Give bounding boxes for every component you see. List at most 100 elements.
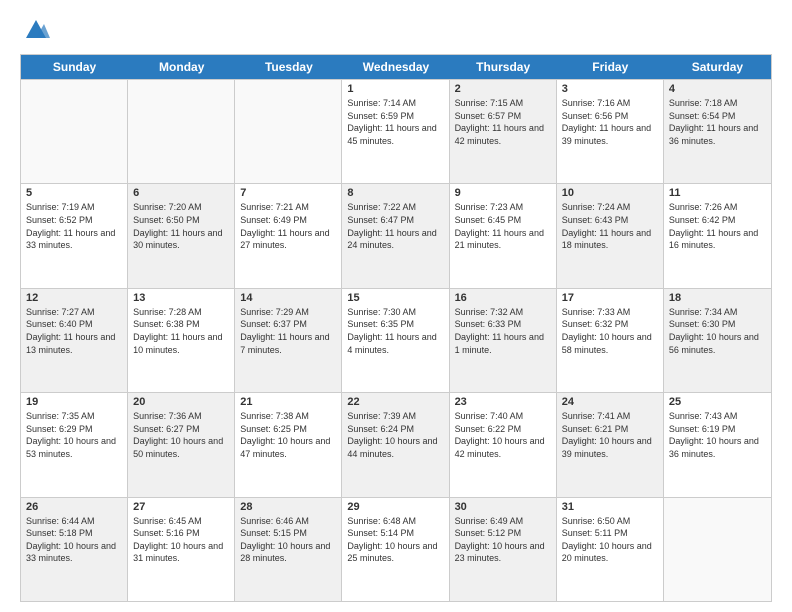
cal-cell-0-2 <box>235 80 342 183</box>
cal-cell-4-5: 31 Sunrise: 6:50 AM Sunset: 5:11 PM Dayli… <box>557 498 664 601</box>
calendar-row-2: 12 Sunrise: 7:27 AM Sunset: 6:40 PM Dayli… <box>21 288 771 392</box>
cell-info: Sunrise: 7:19 AM Sunset: 6:52 PM Dayligh… <box>26 201 122 251</box>
cal-cell-4-4: 30 Sunrise: 6:49 AM Sunset: 5:12 PM Dayli… <box>450 498 557 601</box>
cal-cell-1-3: 8 Sunrise: 7:22 AM Sunset: 6:47 PM Daylig… <box>342 184 449 287</box>
day-number: 8 <box>347 187 443 199</box>
cell-info: Sunrise: 7:32 AM Sunset: 6:33 PM Dayligh… <box>455 306 551 356</box>
day-number: 12 <box>26 292 122 304</box>
weekday-header-wednesday: Wednesday <box>342 55 449 79</box>
cal-cell-2-3: 15Sunrise: 7:30 AM Sunset: 6:35 PM Dayli… <box>342 289 449 392</box>
cell-info: Sunrise: 7:29 AM Sunset: 6:37 PM Dayligh… <box>240 306 336 356</box>
day-number: 25 <box>669 396 766 408</box>
weekday-header-tuesday: Tuesday <box>235 55 342 79</box>
day-number: 26 <box>26 501 122 513</box>
cal-cell-3-6: 25 Sunrise: 7:43 AM Sunset: 6:19 PM Dayli… <box>664 393 771 496</box>
day-number: 28 <box>240 501 336 513</box>
header <box>20 16 772 44</box>
cal-cell-4-1: 27Sunrise: 6:45 AM Sunset: 5:16 PM Dayli… <box>128 498 235 601</box>
cell-info: Sunrise: 7:34 AM Sunset: 6:30 PM Dayligh… <box>669 306 766 356</box>
cell-info: Sunrise: 7:28 AM Sunset: 6:38 PM Dayligh… <box>133 306 229 356</box>
cal-cell-3-1: 20 Sunrise: 7:36 AM Sunset: 6:27 PM Dayli… <box>128 393 235 496</box>
cal-cell-2-5: 17 Sunrise: 7:33 AM Sunset: 6:32 PM Dayli… <box>557 289 664 392</box>
day-number: 15 <box>347 292 443 304</box>
cell-info: Sunrise: 7:22 AM Sunset: 6:47 PM Dayligh… <box>347 201 443 251</box>
cal-cell-1-6: 11Sunrise: 7:26 AM Sunset: 6:42 PM Dayli… <box>664 184 771 287</box>
cal-cell-0-5: 3Sunrise: 7:16 AM Sunset: 6:56 PM Daylig… <box>557 80 664 183</box>
cell-info: Sunrise: 6:50 AM Sunset: 5:11 PM Dayligh… <box>562 515 658 565</box>
day-number: 14 <box>240 292 336 304</box>
logo-icon <box>22 16 50 44</box>
cal-cell-3-0: 19 Sunrise: 7:35 AM Sunset: 6:29 PM Dayli… <box>21 393 128 496</box>
calendar-row-3: 19 Sunrise: 7:35 AM Sunset: 6:29 PM Dayli… <box>21 392 771 496</box>
cell-info: Sunrise: 6:49 AM Sunset: 5:12 PM Dayligh… <box>455 515 551 565</box>
logo <box>20 16 50 44</box>
weekday-header-saturday: Saturday <box>664 55 771 79</box>
weekday-header-monday: Monday <box>128 55 235 79</box>
weekday-header-thursday: Thursday <box>450 55 557 79</box>
cal-cell-0-1 <box>128 80 235 183</box>
cal-cell-1-4: 9 Sunrise: 7:23 AM Sunset: 6:45 PM Daylig… <box>450 184 557 287</box>
calendar-header: SundayMondayTuesdayWednesdayThursdayFrid… <box>21 55 771 79</box>
calendar-body: 1 Sunrise: 7:14 AM Sunset: 6:59 PM Daylig… <box>21 79 771 601</box>
cal-cell-4-6 <box>664 498 771 601</box>
cell-info: Sunrise: 7:36 AM Sunset: 6:27 PM Dayligh… <box>133 410 229 460</box>
cal-cell-2-0: 12 Sunrise: 7:27 AM Sunset: 6:40 PM Dayli… <box>21 289 128 392</box>
page: SundayMondayTuesdayWednesdayThursdayFrid… <box>0 0 792 612</box>
day-number: 30 <box>455 501 551 513</box>
cell-info: Sunrise: 7:21 AM Sunset: 6:49 PM Dayligh… <box>240 201 336 251</box>
cal-cell-2-6: 18Sunrise: 7:34 AM Sunset: 6:30 PM Dayli… <box>664 289 771 392</box>
cell-info: Sunrise: 7:16 AM Sunset: 6:56 PM Dayligh… <box>562 97 658 147</box>
day-number: 5 <box>26 187 122 199</box>
day-number: 19 <box>26 396 122 408</box>
cal-cell-1-2: 7Sunrise: 7:21 AM Sunset: 6:49 PM Daylig… <box>235 184 342 287</box>
day-number: 24 <box>562 396 658 408</box>
day-number: 23 <box>455 396 551 408</box>
cell-info: Sunrise: 6:44 AM Sunset: 5:18 PM Dayligh… <box>26 515 122 565</box>
cell-info: Sunrise: 7:39 AM Sunset: 6:24 PM Dayligh… <box>347 410 443 460</box>
cal-cell-1-1: 6 Sunrise: 7:20 AM Sunset: 6:50 PM Daylig… <box>128 184 235 287</box>
cal-cell-0-4: 2Sunrise: 7:15 AM Sunset: 6:57 PM Daylig… <box>450 80 557 183</box>
day-number: 21 <box>240 396 336 408</box>
day-number: 6 <box>133 187 229 199</box>
cal-cell-2-4: 16Sunrise: 7:32 AM Sunset: 6:33 PM Dayli… <box>450 289 557 392</box>
day-number: 22 <box>347 396 443 408</box>
cell-info: Sunrise: 7:26 AM Sunset: 6:42 PM Dayligh… <box>669 201 766 251</box>
day-number: 20 <box>133 396 229 408</box>
cal-cell-3-4: 23 Sunrise: 7:40 AM Sunset: 6:22 PM Dayli… <box>450 393 557 496</box>
cal-cell-1-5: 10Sunrise: 7:24 AM Sunset: 6:43 PM Dayli… <box>557 184 664 287</box>
day-number: 13 <box>133 292 229 304</box>
cell-info: Sunrise: 7:40 AM Sunset: 6:22 PM Dayligh… <box>455 410 551 460</box>
cal-cell-4-2: 28 Sunrise: 6:46 AM Sunset: 5:15 PM Dayli… <box>235 498 342 601</box>
cell-info: Sunrise: 7:27 AM Sunset: 6:40 PM Dayligh… <box>26 306 122 356</box>
day-number: 1 <box>347 83 443 95</box>
cell-info: Sunrise: 7:43 AM Sunset: 6:19 PM Dayligh… <box>669 410 766 460</box>
cell-info: Sunrise: 6:46 AM Sunset: 5:15 PM Dayligh… <box>240 515 336 565</box>
calendar-row-4: 26 Sunrise: 6:44 AM Sunset: 5:18 PM Dayli… <box>21 497 771 601</box>
cell-info: Sunrise: 7:33 AM Sunset: 6:32 PM Dayligh… <box>562 306 658 356</box>
cell-info: Sunrise: 7:20 AM Sunset: 6:50 PM Dayligh… <box>133 201 229 251</box>
day-number: 31 <box>562 501 658 513</box>
cal-cell-3-3: 22 Sunrise: 7:39 AM Sunset: 6:24 PM Dayli… <box>342 393 449 496</box>
day-number: 10 <box>562 187 658 199</box>
cell-info: Sunrise: 7:14 AM Sunset: 6:59 PM Dayligh… <box>347 97 443 147</box>
cal-cell-3-2: 21 Sunrise: 7:38 AM Sunset: 6:25 PM Dayli… <box>235 393 342 496</box>
calendar-row-1: 5 Sunrise: 7:19 AM Sunset: 6:52 PM Daylig… <box>21 183 771 287</box>
cell-info: Sunrise: 7:35 AM Sunset: 6:29 PM Dayligh… <box>26 410 122 460</box>
day-number: 4 <box>669 83 766 95</box>
cal-cell-4-3: 29Sunrise: 6:48 AM Sunset: 5:14 PM Dayli… <box>342 498 449 601</box>
cal-cell-2-2: 14 Sunrise: 7:29 AM Sunset: 6:37 PM Dayli… <box>235 289 342 392</box>
cell-info: Sunrise: 6:45 AM Sunset: 5:16 PM Dayligh… <box>133 515 229 565</box>
cal-cell-1-0: 5 Sunrise: 7:19 AM Sunset: 6:52 PM Daylig… <box>21 184 128 287</box>
day-number: 2 <box>455 83 551 95</box>
day-number: 17 <box>562 292 658 304</box>
cell-info: Sunrise: 7:23 AM Sunset: 6:45 PM Dayligh… <box>455 201 551 251</box>
weekday-header-friday: Friday <box>557 55 664 79</box>
day-number: 9 <box>455 187 551 199</box>
cell-info: Sunrise: 6:48 AM Sunset: 5:14 PM Dayligh… <box>347 515 443 565</box>
cell-info: Sunrise: 7:38 AM Sunset: 6:25 PM Dayligh… <box>240 410 336 460</box>
cell-info: Sunrise: 7:41 AM Sunset: 6:21 PM Dayligh… <box>562 410 658 460</box>
cell-info: Sunrise: 7:18 AM Sunset: 6:54 PM Dayligh… <box>669 97 766 147</box>
weekday-header-sunday: Sunday <box>21 55 128 79</box>
calendar-row-0: 1 Sunrise: 7:14 AM Sunset: 6:59 PM Daylig… <box>21 79 771 183</box>
calendar: SundayMondayTuesdayWednesdayThursdayFrid… <box>20 54 772 602</box>
